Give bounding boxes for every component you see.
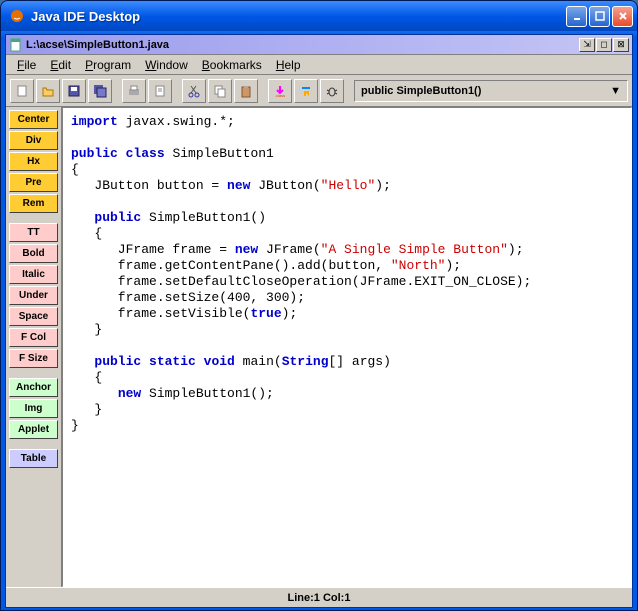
run-button[interactable] — [294, 79, 318, 103]
open-folder-icon — [41, 84, 55, 98]
menubar: File Edit Program Window Bookmarks Help — [6, 55, 632, 75]
img-button[interactable]: Img — [9, 399, 58, 418]
bug-icon — [325, 84, 339, 98]
html-tools-panel: Center Div Hx Pre Rem TT Bold Italic Und… — [6, 107, 62, 587]
rem-button[interactable]: Rem — [9, 194, 58, 213]
compile-button[interactable]: .class — [268, 79, 292, 103]
menu-window[interactable]: Window — [138, 56, 195, 74]
print-icon — [127, 84, 141, 98]
toolbar: .class public SimpleButton1() ▼ — [6, 75, 632, 107]
minimize-button[interactable] — [566, 6, 587, 27]
document-icon — [9, 38, 23, 52]
maximize-button[interactable] — [589, 6, 610, 27]
space-button[interactable]: Space — [9, 307, 58, 326]
page-icon — [153, 84, 167, 98]
copy-button[interactable] — [208, 79, 232, 103]
menu-bookmarks[interactable]: Bookmarks — [195, 56, 269, 74]
print-preview-button[interactable] — [148, 79, 172, 103]
new-file-button[interactable] — [10, 79, 34, 103]
mdi-maximize-button[interactable]: ◻ — [596, 38, 612, 52]
method-dropdown[interactable]: public SimpleButton1() ▼ — [354, 80, 628, 102]
print-button[interactable] — [122, 79, 146, 103]
code-editor[interactable]: import javax.swing.*; public class Simpl… — [62, 107, 632, 587]
method-dropdown-label: public SimpleButton1() — [361, 85, 481, 97]
fcol-button[interactable]: F Col — [9, 328, 58, 347]
cut-icon — [187, 84, 201, 98]
download-class-icon: .class — [273, 84, 287, 98]
copy-icon — [213, 84, 227, 98]
mdi-area: L:\acse\SimpleButton1.java ⇲ ◻ ⊠ File Ed… — [5, 34, 633, 608]
mdi-close-button[interactable]: ⊠ — [613, 38, 629, 52]
fsize-button[interactable]: F Size — [9, 349, 58, 368]
new-file-icon — [15, 84, 29, 98]
titlebar[interactable]: Java IDE Desktop — [1, 1, 637, 31]
open-file-button[interactable] — [36, 79, 60, 103]
document-path: L:\acse\SimpleButton1.java — [26, 39, 579, 51]
save-all-button[interactable] — [88, 79, 112, 103]
under-button[interactable]: Under — [9, 286, 58, 305]
window-title: Java IDE Desktop — [29, 9, 566, 24]
div-button[interactable]: Div — [9, 131, 58, 150]
menu-file[interactable]: File — [10, 56, 43, 74]
save-all-icon — [93, 84, 107, 98]
svg-text:.class: .class — [275, 93, 285, 98]
menu-program[interactable]: Program — [78, 56, 138, 74]
chevron-down-icon: ▼ — [610, 85, 621, 97]
bold-button[interactable]: Bold — [9, 244, 58, 263]
menu-edit[interactable]: Edit — [43, 56, 78, 74]
app-window: Java IDE Desktop L:\acse\SimpleButton1.j… — [0, 0, 638, 611]
cursor-position: Line:1 Col:1 — [288, 592, 351, 604]
center-button[interactable]: Center — [9, 110, 58, 129]
table-button[interactable]: Table — [9, 449, 58, 468]
statusbar: Line:1 Col:1 — [6, 587, 632, 607]
applet-button[interactable]: Applet — [9, 420, 58, 439]
hx-button[interactable]: Hx — [9, 152, 58, 171]
document-titlebar[interactable]: L:\acse\SimpleButton1.java ⇲ ◻ ⊠ — [6, 35, 632, 55]
debug-button[interactable] — [320, 79, 344, 103]
save-icon — [67, 84, 81, 98]
java-icon — [9, 8, 25, 24]
pre-button[interactable]: Pre — [9, 173, 58, 192]
paste-icon — [239, 84, 253, 98]
menu-help[interactable]: Help — [269, 56, 308, 74]
anchor-button[interactable]: Anchor — [9, 378, 58, 397]
paste-button[interactable] — [234, 79, 258, 103]
save-button[interactable] — [62, 79, 86, 103]
tt-button[interactable]: TT — [9, 223, 58, 242]
mdi-restore-button[interactable]: ⇲ — [579, 38, 595, 52]
run-icon — [299, 84, 313, 98]
italic-button[interactable]: Italic — [9, 265, 58, 284]
cut-button[interactable] — [182, 79, 206, 103]
close-button[interactable] — [612, 6, 633, 27]
